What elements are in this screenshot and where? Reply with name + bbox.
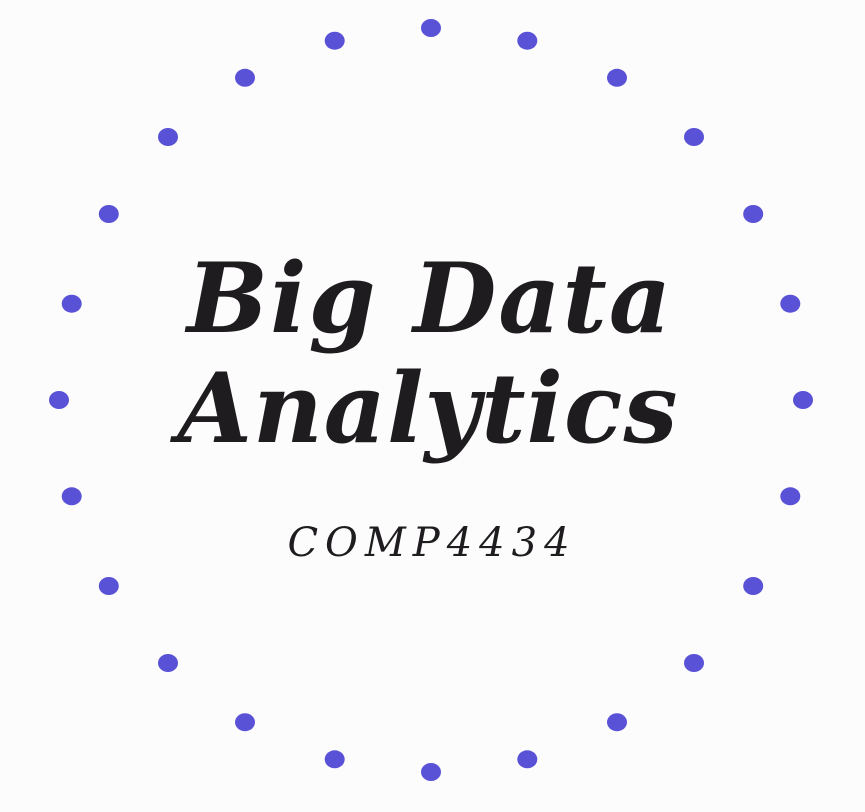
logo-title-line-1: Big Data [184,242,673,355]
logo-title-line-2: Analytics [169,352,678,465]
ring-dot [421,19,441,37]
ring-dot [98,577,119,595]
ring-dot [780,294,801,313]
ring-dot [684,128,704,146]
ring-dot [684,654,704,672]
ring-dot [158,128,178,146]
ring-dot [607,713,627,732]
ring-dot [158,654,178,672]
ring-dot [793,391,813,409]
ring-dot [49,391,69,409]
ring-dot [780,487,801,506]
ring-dot [61,487,82,506]
ring-dot [607,68,627,87]
ring-dot [235,68,255,87]
ring-dot [743,577,764,595]
ring-dot [517,750,538,769]
ring-dot [743,205,764,223]
ring-dot [98,205,119,223]
logo-canvas: Big Data Analytics COMP4434 [49,19,813,781]
ring-dot [324,31,345,50]
course-code: COMP4434 [287,520,576,566]
ring-dot [421,763,441,781]
ring-dot [61,294,82,313]
ring-dot [324,750,345,769]
ring-dot [517,31,538,50]
ring-dot [235,713,255,732]
